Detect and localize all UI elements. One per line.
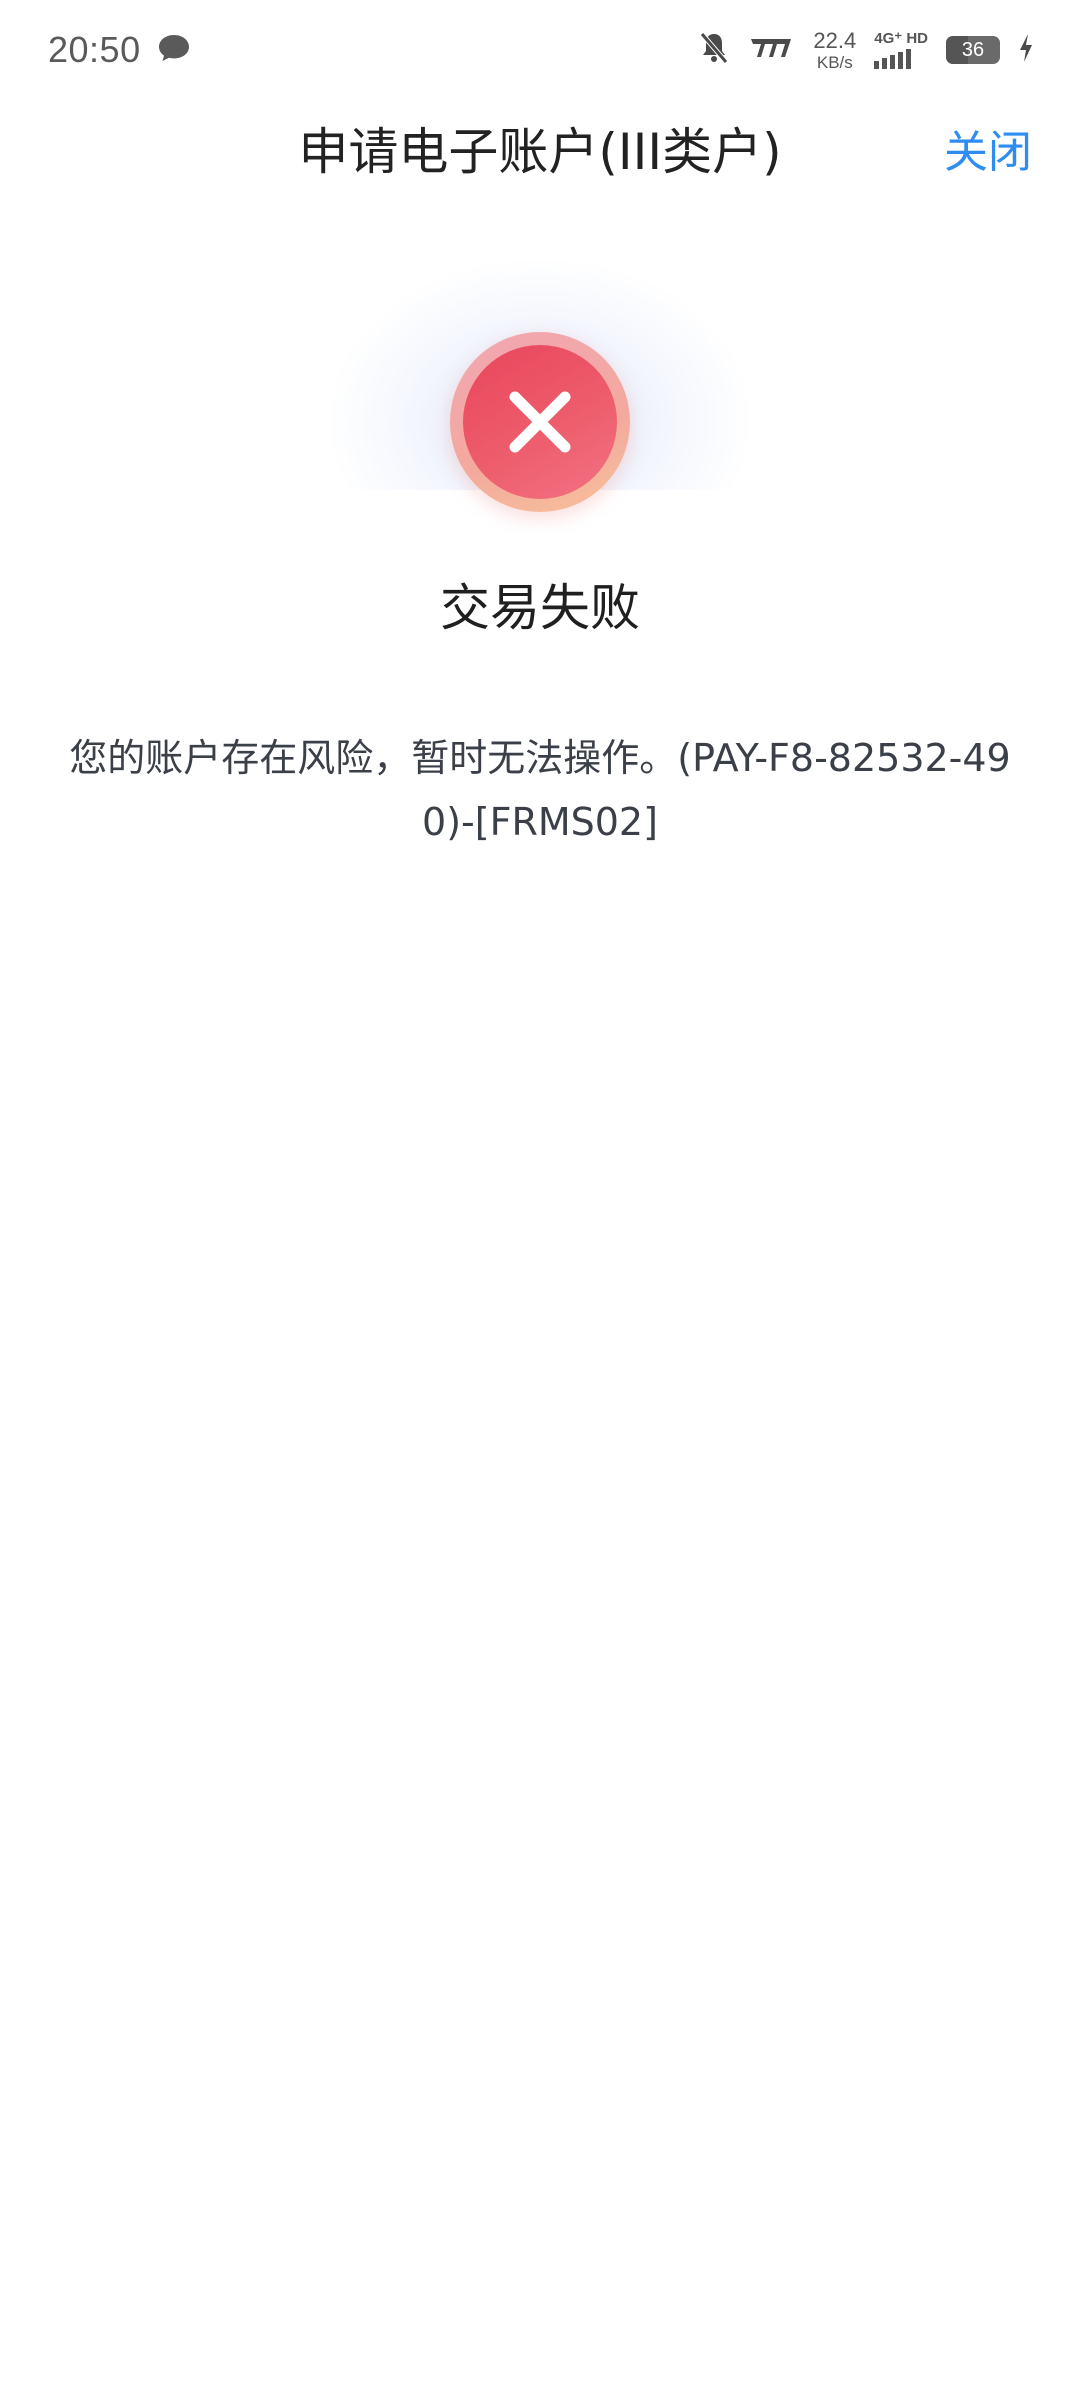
- page-title: 申请电子账户(III类户): [298, 123, 782, 181]
- bell-off-icon: [699, 31, 729, 69]
- net-speed-value: 22.4: [813, 27, 857, 53]
- status-right: 22.4 KB/s 4G⁺ HD 36: [699, 27, 1034, 72]
- status-left: 20:50: [48, 29, 191, 71]
- battery-icon: 36: [946, 36, 1000, 64]
- net-speed: 22.4 KB/s: [813, 27, 857, 72]
- error-x-icon: [450, 332, 630, 512]
- result-message: 您的账户存在风险，暂时无法操作。(PAY-F8-82532-490)-[FRMS…: [69, 736, 1011, 844]
- signal-icon: 4G⁺ HD: [874, 31, 928, 69]
- charging-icon: [1018, 33, 1034, 67]
- screen: 20:50 22.4 KB/s 4G⁺ HD 36 申请电子账户(III类户) …: [0, 0, 1080, 2400]
- status-bar: 20:50 22.4 KB/s 4G⁺ HD 36: [0, 0, 1080, 100]
- result-icon-area: [0, 260, 1080, 560]
- network-type-label: 4G⁺ HD: [874, 30, 928, 47]
- result-title: 交易失败: [440, 579, 640, 637]
- page-header: 申请电子账户(III类户) 关闭: [0, 100, 1080, 196]
- vibrate-icon: [747, 33, 795, 67]
- status-time: 20:50: [48, 29, 141, 70]
- net-speed-unit: KB/s: [816, 52, 853, 72]
- chat-bubble-icon: [157, 32, 191, 68]
- close-button[interactable]: 关闭: [944, 116, 1032, 180]
- battery-level: 36: [961, 38, 985, 61]
